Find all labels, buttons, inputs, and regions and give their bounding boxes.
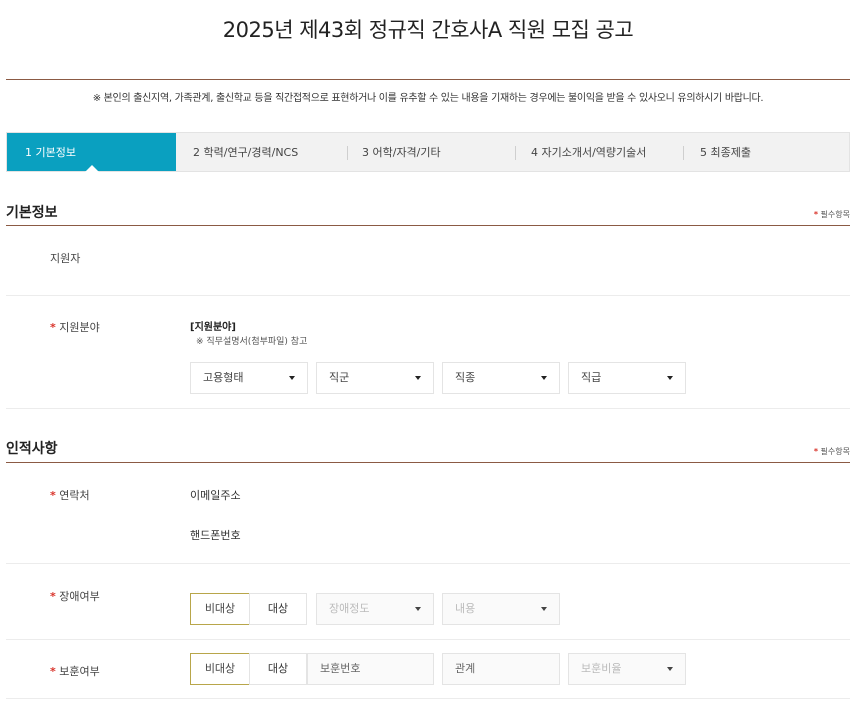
applicant-label: 지원자	[50, 252, 81, 265]
chevron-down-icon	[415, 607, 421, 611]
veteran-applicable-toggle[interactable]: 대상	[249, 653, 307, 685]
job-type-value: 직종	[455, 371, 476, 384]
disability-type-select[interactable]: 내용	[442, 593, 560, 625]
step-3-language[interactable]: 3 어학/자격/기타	[362, 133, 512, 171]
apply-field-heading: [지원분야]	[190, 322, 236, 333]
veteran-ratio-value: 보훈비율	[581, 662, 622, 675]
section-title-basic: 기본정보	[6, 205, 58, 221]
disability-applicable-toggle[interactable]: 대상	[249, 593, 307, 625]
disability-not-applicable-toggle[interactable]: 비대상	[190, 593, 250, 625]
veteran-not-applicable-toggle[interactable]: 비대상	[190, 653, 250, 685]
step-4-self-intro[interactable]: 4 자기소개서/역량기술서	[531, 133, 681, 171]
chevron-down-icon	[289, 376, 295, 380]
apply-field-label-text: 지원분야	[59, 321, 100, 334]
required-note-text: 필수항목	[820, 210, 850, 219]
employment-type-value: 고용형태	[203, 371, 244, 384]
row-divider	[6, 639, 850, 640]
step-1-basic-info[interactable]: 1 기본정보	[7, 133, 176, 172]
required-note-text: 필수항목	[820, 447, 850, 456]
email-label: 이메일주소	[190, 489, 241, 502]
disability-grade-select[interactable]: 장애정도	[316, 593, 434, 625]
section-divider	[6, 225, 850, 226]
required-star-icon: *	[50, 321, 56, 334]
apply-field-note: ※ 직무설명서(첨부파일) 참고	[196, 337, 308, 347]
contact-label-text: 연락처	[59, 489, 90, 502]
required-note: * 필수항목	[814, 446, 850, 457]
required-star-icon: *	[813, 447, 818, 456]
employment-type-select[interactable]: 고용형태	[190, 362, 308, 394]
page-title: 2025년 제43회 정규직 간호사A 직원 모집 공고	[222, 18, 634, 42]
step-navigation: 1 기본정보 2 학력/연구/경력/NCS 3 어학/자격/기타 4 자기소개서…	[6, 132, 850, 172]
veteran-label: * 보훈여부	[50, 663, 100, 679]
contact-label: * 연락처	[50, 487, 90, 503]
row-divider	[6, 295, 850, 296]
step-separator	[347, 146, 348, 160]
required-star-icon: *	[50, 590, 56, 603]
step-separator	[515, 146, 516, 160]
apply-field-label: * 지원분야	[50, 319, 100, 335]
required-star-icon: *	[50, 665, 56, 678]
veteran-number-input[interactable]: 보훈번호	[307, 653, 434, 685]
required-note: * 필수항목	[814, 209, 850, 220]
disability-grade-value: 장애정도	[329, 602, 370, 615]
phone-label: 핸드폰번호	[190, 529, 241, 542]
chevron-down-icon	[667, 376, 673, 380]
job-grade-value: 직급	[581, 371, 602, 384]
chevron-down-icon	[415, 376, 421, 380]
section-divider	[6, 462, 850, 463]
job-group-select[interactable]: 직군	[316, 362, 434, 394]
chevron-down-icon	[667, 667, 673, 671]
privacy-notice: ※ 본인의 출신지역, 가족관계, 출신학교 등을 직간접적으로 표현하거나 이…	[92, 93, 764, 104]
row-divider	[6, 563, 850, 564]
chevron-down-icon	[541, 607, 547, 611]
job-group-value: 직군	[329, 371, 350, 384]
veteran-relation-input[interactable]: 관계	[442, 653, 560, 685]
disability-label: * 장애여부	[50, 588, 100, 604]
section-title-personal: 인적사항	[6, 441, 58, 457]
job-type-select[interactable]: 직종	[442, 362, 560, 394]
step-2-education[interactable]: 2 학력/연구/경력/NCS	[193, 133, 343, 171]
title-divider	[6, 79, 850, 80]
disability-type-value: 내용	[455, 602, 476, 615]
required-star-icon: *	[813, 210, 818, 219]
step-5-final-submit[interactable]: 5 최종제출	[700, 133, 840, 171]
step-separator	[683, 146, 684, 160]
veteran-label-text: 보훈여부	[59, 665, 100, 678]
job-grade-select[interactable]: 직급	[568, 362, 686, 394]
chevron-down-icon	[541, 376, 547, 380]
veteran-ratio-select[interactable]: 보훈비율	[568, 653, 686, 685]
required-star-icon: *	[50, 489, 56, 502]
row-divider	[6, 698, 850, 699]
disability-label-text: 장애여부	[59, 590, 100, 603]
row-divider	[6, 408, 850, 409]
